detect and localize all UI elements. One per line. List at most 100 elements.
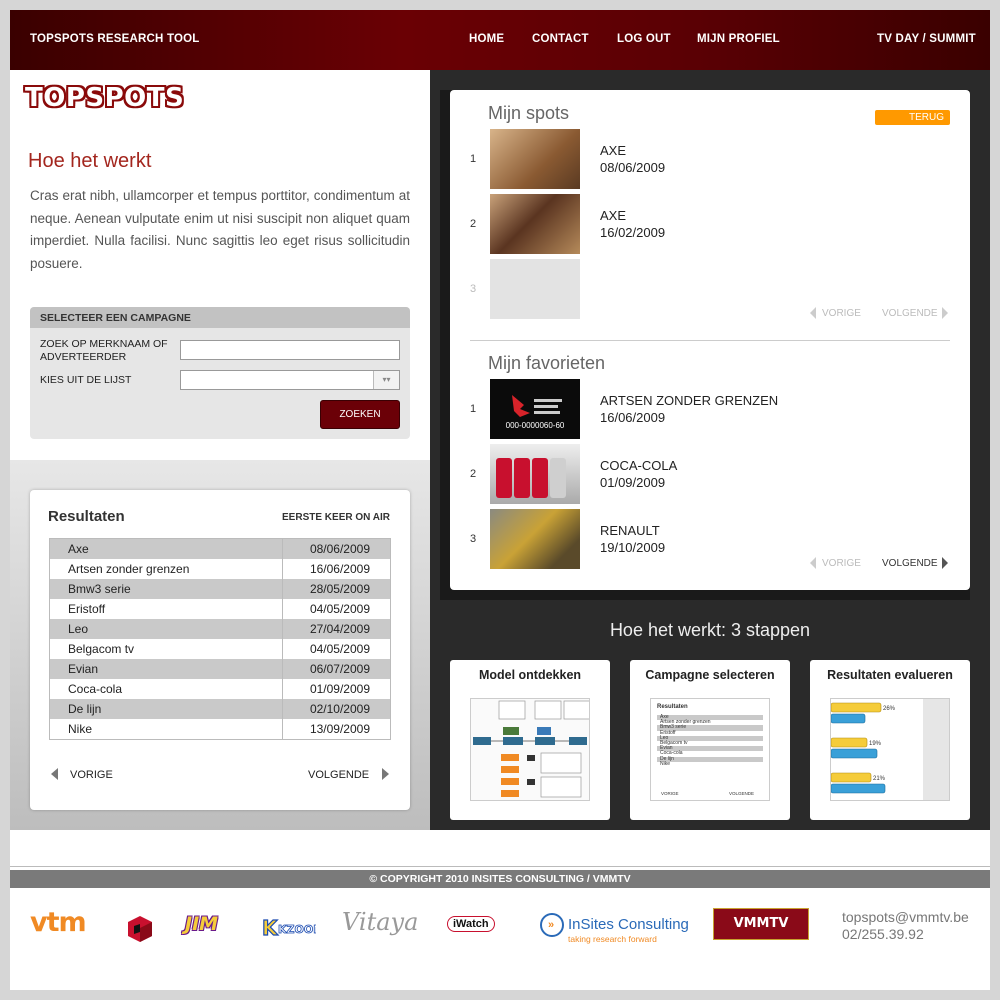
table-row[interactable]: Leo 27/04/2009 — [50, 619, 390, 639]
spot-thumbnail[interactable] — [490, 194, 580, 254]
favorites-prev-link[interactable]: VORIGE — [822, 558, 861, 569]
vmmtv-logo[interactable]: VMMTV — [713, 908, 809, 940]
copyright-bar: © COPYRIGHT 2010 INSITES CONSULTING / VM… — [10, 870, 990, 888]
bar-label: 26% — [883, 706, 896, 712]
left-results-panel: Resultaten EERSTE KEER ON AIR Axe 08/06/2… — [10, 460, 430, 830]
channel-logo[interactable] — [126, 914, 154, 942]
dropdown-arrow-icon[interactable]: ▾▾ — [373, 371, 399, 389]
favorite-brand[interactable]: ARTSEN ZONDER GRENZEN — [600, 393, 778, 408]
steps-title: Hoe het werkt: 3 stappen — [609, 620, 811, 640]
kzoom-logo[interactable]: K KZOOM — [260, 911, 324, 941]
brand-search-input[interactable] — [180, 340, 400, 360]
spots-prev-link[interactable]: VORIGE — [822, 308, 861, 319]
spot-brand[interactable]: AXE — [600, 208, 626, 223]
next-arrow-icon[interactable] — [942, 557, 948, 569]
favorite-thumbnail[interactable] — [490, 509, 580, 569]
favorite-thumbnail[interactable] — [490, 444, 580, 504]
result-date: 04/05/2009 — [309, 602, 370, 616]
table-row[interactable]: Evian 06/07/2009 — [50, 659, 390, 679]
vitaya-logo[interactable]: Vitaya — [342, 908, 418, 936]
mini-row: Nike — [660, 760, 671, 767]
results-prev-link[interactable]: VORIGE — [70, 769, 113, 781]
bar-label: 21% — [873, 776, 886, 782]
favorite-thumb-text: 000-0000060-60 — [505, 421, 565, 430]
bar-label: 19% — [869, 741, 882, 747]
search-button[interactable]: ZOEKEN — [320, 400, 400, 429]
results-next-link[interactable]: VOLGENDE — [308, 769, 369, 781]
topspots-logo[interactable]: TOPSPOTS — [25, 85, 197, 111]
kzoom-logo-icon: K KZOOM — [261, 915, 324, 940]
favorite-date: 01/09/2009 — [600, 475, 666, 490]
step-card-evaluate[interactable]: Resultaten evalueren 26% 19% 21% — [810, 660, 970, 820]
divider — [470, 340, 950, 341]
back-button[interactable]: TERUG — [875, 110, 950, 125]
contact-email[interactable]: topspots@vmmtv.be — [842, 909, 969, 925]
kzoom-text: KZOOM — [278, 923, 316, 936]
favorite-date: 19/10/2009 — [600, 540, 666, 555]
spot-thumbnail[interactable] — [490, 129, 580, 189]
nav-my-profile[interactable]: MIJN PROFIEL — [697, 33, 780, 45]
result-date: 01/09/2009 — [309, 682, 370, 696]
table-row[interactable]: Nike 13/09/2009 — [50, 719, 390, 739]
top-navigation-bar: TOPSPOTS RESEARCH TOOL HOME CONTACT LOG … — [10, 10, 990, 70]
list-label: KIES UIT DE LIJST — [40, 374, 132, 386]
favorite-thumbnail[interactable]: 000-0000060-60 — [490, 379, 580, 439]
favorite-brand[interactable]: COCA-COLA — [600, 458, 677, 473]
app-title: TOPSPOTS RESEARCH TOOL — [30, 33, 200, 45]
result-date: 06/07/2009 — [309, 662, 370, 676]
spots-next-link[interactable]: VOLGENDE — [882, 308, 938, 319]
prev-arrow-icon[interactable] — [810, 557, 816, 569]
search-label: ZOEK OP MERKNAAM OF ADVERTEERDER — [40, 338, 168, 363]
coca-cola-bottles-icon — [496, 458, 566, 498]
table-row[interactable]: Belgacom tv 04/05/2009 — [50, 639, 390, 659]
nav-logout[interactable]: LOG OUT — [617, 33, 671, 45]
campaign-thumbnail: Resultaten Axe Artsen zonder grenzen Bmw… — [650, 698, 770, 801]
cube-logo-icon — [128, 916, 152, 942]
result-date: 08/06/2009 — [309, 542, 370, 556]
results-title: Resultaten — [48, 508, 125, 525]
table-row[interactable]: Coca-cola 01/09/2009 — [50, 679, 390, 699]
favorite-date: 16/06/2009 — [600, 410, 666, 425]
result-date: 04/05/2009 — [309, 642, 370, 656]
my-spots-card: Mijn spots TERUG 1 AXE 08/06/2009 2 AXE … — [450, 90, 970, 590]
favorite-brand[interactable]: RENAULT — [600, 523, 660, 538]
mini-results-heading: Resultaten — [657, 704, 688, 710]
prev-arrow-icon[interactable] — [51, 768, 58, 780]
step-card-model[interactable]: Model ontdekken — [450, 660, 610, 820]
footer-divider — [10, 866, 990, 867]
result-name: Coca-cola — [50, 679, 283, 699]
svg-text:K: K — [262, 916, 279, 940]
spot-index: 3 — [470, 283, 477, 295]
spot-brand[interactable]: AXE — [600, 143, 626, 158]
nav-tv-day-summit[interactable]: TV DAY / SUMMIT — [877, 33, 976, 45]
table-row[interactable]: Eristoff 04/05/2009 — [50, 599, 390, 619]
table-row[interactable]: Artsen zonder grenzen 16/06/2009 — [50, 559, 390, 579]
msf-logo-icon — [512, 395, 562, 417]
favorites-next-link[interactable]: VOLGENDE — [882, 558, 938, 569]
step-title: Campagne selecteren — [645, 668, 775, 682]
insites-logo-text[interactable]: InSites Consulting — [568, 916, 689, 933]
nav-home[interactable]: HOME — [469, 33, 504, 45]
nav-contact[interactable]: CONTACT — [532, 33, 589, 45]
result-name: Leo — [50, 619, 283, 639]
insites-arrows-icon: » — [548, 919, 555, 931]
insites-icon[interactable]: » — [540, 913, 564, 937]
step-title: Model ontdekken — [478, 668, 582, 682]
table-row[interactable]: Bmw3 serie 28/05/2009 — [50, 579, 390, 599]
table-row[interactable]: Axe 08/06/2009 — [50, 539, 390, 559]
spot-date: 16/02/2009 — [600, 225, 666, 240]
spot-index: 1 — [470, 153, 477, 165]
favorite-index: 1 — [470, 403, 477, 415]
next-arrow-icon[interactable] — [942, 307, 948, 319]
step-card-campaign[interactable]: Campagne selecteren Resultaten Axe Artse… — [630, 660, 790, 820]
mini-prev: VORIGE — [661, 791, 679, 796]
campaign-list-select[interactable]: ▾▾ — [180, 370, 400, 390]
vtm-logo[interactable]: vtm — [30, 907, 87, 938]
result-date: 27/04/2009 — [309, 622, 370, 636]
next-arrow-icon[interactable] — [382, 768, 389, 780]
iwatch-logo[interactable]: iWatch — [447, 916, 495, 932]
spot-index: 2 — [470, 218, 477, 230]
prev-arrow-icon[interactable] — [810, 307, 816, 319]
table-row[interactable]: De lijn 02/10/2009 — [50, 699, 390, 719]
jim-logo[interactable]: JIM — [185, 913, 218, 935]
